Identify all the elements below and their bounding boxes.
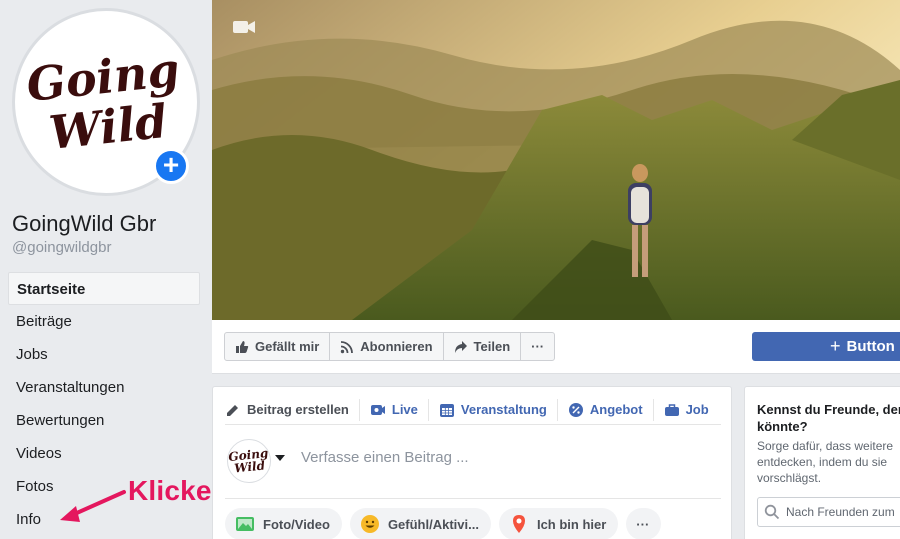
cover-image bbox=[212, 0, 900, 320]
plus-icon[interactable]: + bbox=[153, 148, 189, 184]
more-icon: ··· bbox=[636, 516, 650, 532]
photo-video-label: Foto/Video bbox=[263, 516, 330, 532]
like-button[interactable]: Gefällt mir bbox=[225, 333, 331, 360]
add-button-label: Button bbox=[846, 338, 895, 355]
sidebar-item-startseite[interactable]: Startseite bbox=[8, 272, 200, 305]
share-arrow-icon bbox=[454, 340, 467, 353]
annotation-arrow-icon bbox=[60, 490, 126, 522]
sidebar-item-videos[interactable]: Videos bbox=[8, 437, 200, 470]
page-handle[interactable]: @goingwildgbr bbox=[12, 239, 111, 256]
composer-avatar-logo: Going Wild bbox=[227, 445, 269, 476]
sidebar-item-jobs[interactable]: Jobs bbox=[8, 338, 200, 371]
briefcase-icon bbox=[664, 403, 679, 416]
tab-offer[interactable]: Angebot bbox=[556, 398, 653, 421]
add-button[interactable]: + Button bbox=[752, 332, 900, 361]
composer-tabs: Beitrag erstellen Live Veranstaltung Ang… bbox=[225, 395, 721, 425]
page-action-bar: Gefällt mir Abonnieren Teilen ··· + Butt… bbox=[212, 320, 900, 374]
logo: Going Wild bbox=[24, 42, 183, 160]
page-title[interactable]: GoingWild Gbr bbox=[12, 211, 156, 237]
share-button[interactable]: Teilen bbox=[444, 333, 522, 360]
rss-icon bbox=[341, 340, 354, 353]
photo-icon bbox=[236, 517, 254, 531]
composer-avatar[interactable]: Going Wild bbox=[227, 439, 271, 483]
photo-video-button[interactable]: Foto/Video bbox=[225, 508, 342, 539]
sidebar: Going Wild + GoingWild Gbr @goingwildgbr … bbox=[0, 0, 212, 539]
sidebar-item-bewertungen[interactable]: Bewertungen bbox=[8, 404, 200, 437]
check-in-button[interactable]: Ich bin hier bbox=[498, 508, 619, 539]
smiley-icon bbox=[360, 515, 379, 533]
more-actions-button[interactable]: ··· bbox=[626, 508, 662, 539]
invite-friends-title: Kennst du Freunde, der könnte? bbox=[757, 402, 900, 434]
offer-badge-icon bbox=[568, 402, 583, 417]
share-label: Teilen bbox=[473, 339, 511, 354]
calendar-icon bbox=[439, 403, 454, 417]
live-video-icon bbox=[370, 404, 385, 415]
tab-live-label: Live bbox=[391, 402, 418, 417]
friend-search-input[interactable]: Nach Freunden zum bbox=[757, 497, 900, 527]
follow-button[interactable]: Abonnieren bbox=[330, 333, 444, 360]
chevron-down-icon[interactable] bbox=[275, 455, 285, 461]
invite-friends-text: Sorge dafür, dass weitere entdecken, ind… bbox=[757, 439, 894, 485]
follow-label: Abonnieren bbox=[360, 339, 433, 354]
page-action-buttons: Gefällt mir Abonnieren Teilen ··· bbox=[224, 332, 556, 361]
tab-create-post-label: Beitrag erstellen bbox=[247, 402, 349, 417]
tab-create-post[interactable]: Beitrag erstellen bbox=[225, 399, 359, 421]
like-label: Gefällt mir bbox=[255, 339, 320, 354]
feeling-activity-button[interactable]: Gefühl/Aktivi... bbox=[349, 508, 491, 539]
feeling-activity-label: Gefühl/Aktivi... bbox=[387, 516, 479, 532]
post-composer: Beitrag erstellen Live Veranstaltung Ang… bbox=[212, 386, 732, 539]
divider bbox=[225, 498, 721, 499]
tab-job-label: Job bbox=[685, 402, 709, 417]
location-pin-icon bbox=[512, 515, 525, 533]
tab-offer-label: Angebot bbox=[589, 402, 643, 417]
tab-job[interactable]: Job bbox=[652, 398, 719, 421]
tab-live[interactable]: Live bbox=[358, 398, 428, 421]
pencil-icon bbox=[227, 404, 238, 416]
friend-search-placeholder: Nach Freunden zum bbox=[786, 505, 895, 519]
sidebar-item-beitraege[interactable]: Beiträge bbox=[8, 305, 200, 338]
thumbs-up-icon bbox=[236, 340, 249, 353]
tab-event-label: Veranstaltung bbox=[460, 402, 547, 417]
composer-actions: Foto/Video Gefühl/Aktivi... Ich bin hier… bbox=[225, 508, 662, 539]
invite-friends-box: Kennst du Freunde, der könnte? Sorge daf… bbox=[744, 386, 900, 539]
check-in-label: Ich bin hier bbox=[536, 516, 607, 532]
cover-photo[interactable] bbox=[212, 0, 900, 320]
more-options-button[interactable]: ··· bbox=[521, 333, 554, 360]
search-icon bbox=[764, 504, 780, 520]
tab-event[interactable]: Veranstaltung bbox=[427, 398, 557, 421]
more-icon: ··· bbox=[531, 339, 545, 354]
plus-icon: + bbox=[830, 336, 841, 356]
post-input[interactable]: Verfasse einen Beitrag ... bbox=[301, 449, 469, 466]
video-camera-icon[interactable] bbox=[232, 18, 256, 36]
sidebar-item-veranstaltungen[interactable]: Veranstaltungen bbox=[8, 371, 200, 404]
